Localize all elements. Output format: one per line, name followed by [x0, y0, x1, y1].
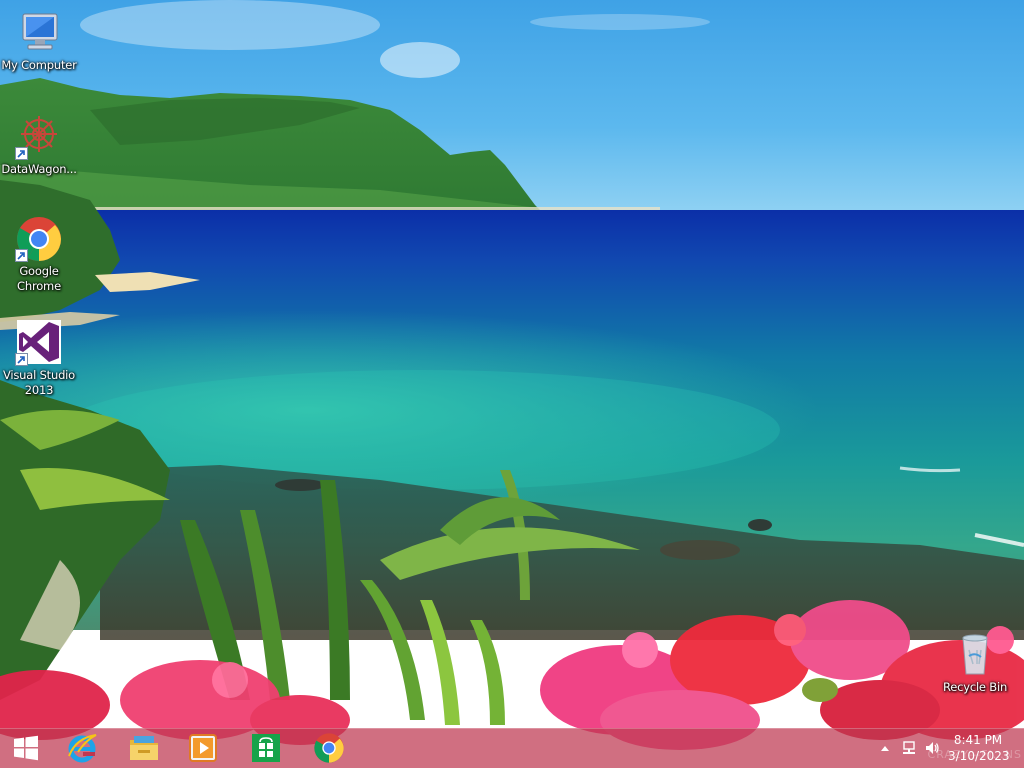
desktop-icon-my-computer[interactable]: My Computer: [1, 8, 77, 73]
store-icon: [252, 734, 280, 762]
desktop-icon-google-chrome[interactable]: Google Chrome: [1, 214, 77, 294]
taskbar-internet-explorer[interactable]: [56, 728, 108, 768]
clock-time: 8:41 PM: [953, 733, 1003, 747]
network-icon[interactable]: [901, 740, 917, 756]
windows-logo-icon: [14, 735, 38, 761]
recycle-bin-icon: [962, 634, 988, 675]
media-player-icon: [189, 734, 217, 762]
desktop-icon-visual-studio-2013[interactable]: Visual Studio 2013: [1, 318, 77, 398]
desktop-icon-label: Visual Studio 2013: [2, 368, 75, 397]
chrome-icon: [314, 733, 344, 763]
desktop-icon-label: DataWagon...: [1, 162, 77, 176]
taskbar-media-player[interactable]: [177, 728, 229, 768]
show-hidden-icons-icon[interactable]: [877, 740, 893, 756]
taskbar: 8:41 PM 3/10/2023: [0, 728, 1024, 768]
desktop-icon-label: Google Chrome: [17, 264, 61, 293]
shortcut-arrow-icon: [15, 353, 28, 366]
taskbar-store[interactable]: [240, 728, 292, 768]
computer-icon: [22, 13, 58, 50]
desktop-icon-label: Recycle Bin: [942, 680, 1008, 694]
internet-explorer-icon: [68, 734, 97, 763]
watermark: CRAZY—FI…NS: [927, 748, 1022, 761]
start-button[interactable]: [0, 728, 52, 768]
shortcut-arrow-icon: [15, 249, 28, 262]
desktop-icon-label: My Computer: [1, 58, 77, 72]
taskbar-google-chrome[interactable]: [303, 728, 355, 768]
taskbar-file-explorer[interactable]: [118, 728, 170, 768]
desktop-wallpaper: [0, 0, 1024, 750]
desktop-icon-datawagon[interactable]: DataWagon...: [1, 112, 77, 177]
file-explorer-icon: [130, 736, 158, 760]
desktop-icon-recycle-bin[interactable]: Recycle Bin: [937, 630, 1013, 695]
shortcut-arrow-icon: [15, 147, 28, 160]
